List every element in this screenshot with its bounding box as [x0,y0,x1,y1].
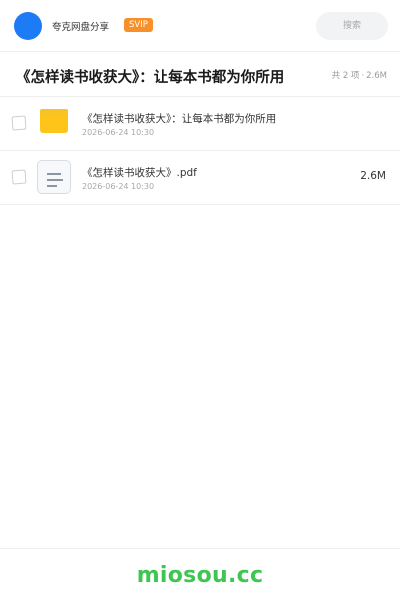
top-bar: 夸克网盘分享 SVIP 搜索 [0,0,400,52]
file-date: 2026-06-24 10:30 [82,182,155,191]
select-checkbox[interactable] [11,169,27,185]
footer: miosou.cc [0,548,400,600]
file-size: 2.6M [360,170,386,182]
svip-badge: SVIP [124,18,153,32]
item-count: 共 2 项 [331,71,360,81]
footer-logo[interactable]: miosou.cc [0,563,400,588]
file-row-folder[interactable]: 《怎样读书收获大》：让每本书都为你所用 2026-06-24 10:30 [0,97,400,151]
avatar[interactable] [14,12,42,40]
search-input[interactable]: 搜索 [316,12,388,40]
page-title: 《怎样读书收获大》：让每本书都为你所用 [16,70,285,86]
share-summary: 共 2 项 · 2.6M [332,69,387,81]
file-row-pdf[interactable]: 《怎样读书收获大》.pdf 2026-06-24 10:30 2.6M [0,151,400,205]
file-name[interactable]: 《怎样读书收获大》.pdf [82,165,197,180]
meta-separator: · [361,71,365,81]
share-title-bar: 《怎样读书收获大》：让每本书都为你所用 共 2 项 · 2.6M [0,53,400,97]
file-date: 2026-06-24 10:30 [82,128,155,137]
total-size: 2.6M [366,71,387,81]
document-icon [37,160,71,194]
folder-icon [40,109,68,133]
brand-name: 夸克网盘分享 [52,22,110,33]
file-name[interactable]: 《怎样读书收获大》：让每本书都为你所用 [82,111,276,126]
select-checkbox[interactable] [11,115,27,131]
